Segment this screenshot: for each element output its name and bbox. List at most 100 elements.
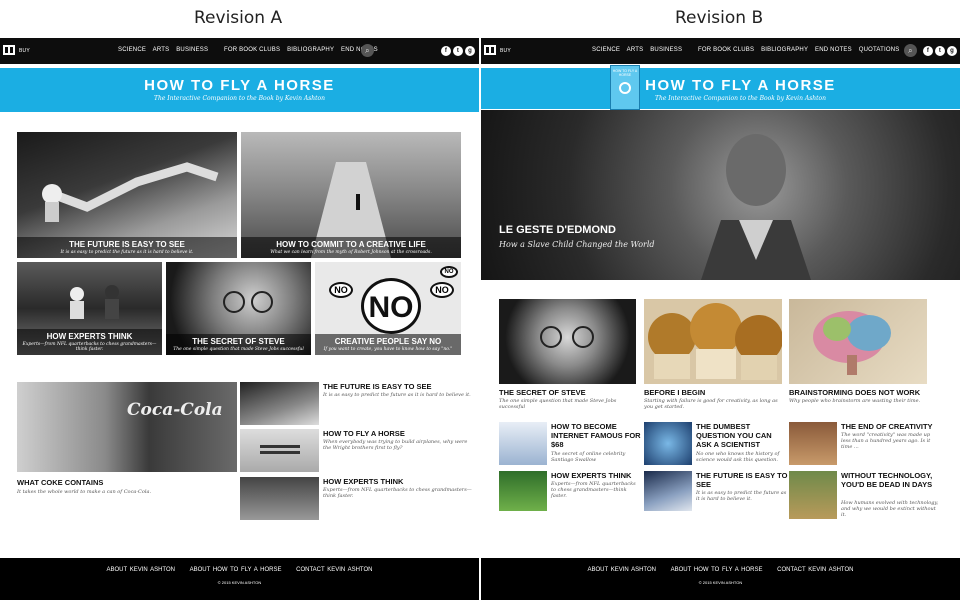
tile-title: HOW TO COMMIT TO A CREATIVE LIFE	[276, 240, 426, 249]
feature-tile[interactable]: THE SECRET OF STEVE The one simple questi…	[166, 262, 311, 355]
item-title[interactable]: THE FUTURE IS EASY TO SEE	[696, 471, 788, 489]
hero-desc: How a Slave Child Changed the World	[499, 240, 655, 249]
item-title[interactable]: THE DUMBEST QUESTION YOU CAN ASK A SCIEN…	[696, 422, 788, 449]
item-thumbnail[interactable]	[644, 422, 692, 465]
coca-cola-sign: Coca-Cola	[127, 400, 223, 420]
list-item-desc: It is as easy to predict the future as i…	[323, 392, 471, 398]
nav-bibliography[interactable]: BIBLIOGRAPHY	[761, 47, 808, 53]
site-title[interactable]: HOW TO FLY A HORSE	[521, 77, 960, 94]
revision-a-page: BUY SCIENCE ARTS BUSINESS FOR BOOK CLUBS…	[0, 38, 479, 600]
search-icon[interactable]: ⌕	[361, 44, 374, 57]
item-title[interactable]: HOW TO BECOME INTERNET FAMOUS FOR $68	[551, 422, 641, 449]
top-nav-bar: BUY SCIENCE ARTS BUSINESS FOR BOOK CLUBS…	[0, 38, 479, 64]
copyright: © 2015 KEVIN ASHTON	[217, 580, 262, 585]
search-icon[interactable]: ⌕	[904, 44, 917, 57]
top-nav-bar: BUY SCIENCE ARTS BUSINESS FOR BOOK CLUBS…	[481, 38, 960, 64]
feature-tile[interactable]: HOW TO COMMIT TO A CREATIVE LIFE What we …	[241, 132, 461, 258]
book-icon[interactable]	[484, 45, 496, 55]
list-item-title[interactable]: HOW TO FLY A HORSE	[323, 429, 473, 438]
twitter-icon[interactable]: t	[453, 46, 463, 56]
item-title[interactable]: THE END OF CREATIVITY	[841, 422, 941, 431]
footer-about-kevin[interactable]: ABOUT KEVIN ASHTON	[588, 567, 656, 573]
site-footer: ABOUT KEVIN ASHTON ABOUT HOW TO FLY A HO…	[0, 558, 479, 600]
item-thumbnail[interactable]	[789, 422, 837, 465]
coke-image[interactable]: Coca-Cola	[17, 382, 237, 472]
no-sign-text: NO	[440, 266, 458, 278]
item-title[interactable]: HOW EXPERTS THINK	[551, 471, 641, 480]
no-sign-text: NO	[329, 282, 353, 298]
coke-desc: It takes the whole world to make a can o…	[17, 489, 152, 495]
tile-desc: If you want to create, you have to know …	[323, 347, 453, 352]
nav-business[interactable]: BUSINESS	[176, 47, 208, 53]
tile-title: CREATIVE PEOPLE SAY NO	[334, 337, 442, 346]
facebook-icon[interactable]: f	[923, 46, 933, 56]
nav-links: SCIENCE ARTS BUSINESS FOR BOOK CLUBS BIB…	[592, 47, 905, 53]
card-title[interactable]: THE SECRET OF STEVE	[499, 388, 639, 397]
footer-about-kevin[interactable]: ABOUT KEVIN ASHTON	[107, 567, 175, 573]
nav-end-notes[interactable]: END NOTES	[815, 47, 852, 53]
book-cover-image[interactable]: HOW TO FLY A HORSE	[610, 65, 640, 110]
brain-illustration-image	[813, 311, 891, 375]
hero-title: LE GESTE D'EDMOND	[499, 224, 616, 236]
nav-for-book-clubs[interactable]: FOR BOOK CLUBS	[698, 47, 754, 53]
feature-tile[interactable]: THE FUTURE IS EASY TO SEE It is as easy t…	[17, 132, 237, 258]
site-title[interactable]: HOW TO FLY A HORSE	[0, 77, 479, 94]
item-desc: It is as easy to predict the future as i…	[696, 490, 787, 502]
twitter-icon[interactable]: t	[935, 46, 945, 56]
footer-contact[interactable]: CONTACT KEVIN ASHTON	[296, 567, 372, 573]
tile-title: THE SECRET OF STEVE	[192, 337, 285, 346]
site-footer: ABOUT KEVIN ASHTON ABOUT HOW TO FLY A HO…	[481, 558, 960, 600]
footer-about-book[interactable]: ABOUT HOW TO FLY A HORSE	[190, 567, 282, 573]
no-sign-text: NO	[361, 278, 421, 334]
list-item-title[interactable]: THE FUTURE IS EASY TO SEE	[323, 382, 473, 391]
nav-bibliography[interactable]: BIBLIOGRAPHY	[287, 47, 334, 53]
buy-link[interactable]: BUY	[500, 48, 511, 54]
list-thumbnail[interactable]	[240, 477, 319, 520]
tile-title: THE FUTURE IS EASY TO SEE	[69, 240, 185, 249]
item-title[interactable]: WITHOUT TECHNOLOGY, YOU'D BE DEAD IN DAY…	[841, 471, 941, 489]
item-thumbnail[interactable]	[644, 471, 692, 511]
feature-tile[interactable]: HOW EXPERTS THINK Experts—from NFL quarte…	[17, 262, 162, 355]
list-item-title[interactable]: HOW EXPERTS THINK	[323, 477, 473, 486]
goodreads-icon[interactable]: g	[947, 46, 957, 56]
muffins-image	[648, 303, 782, 380]
nav-links: SCIENCE ARTS BUSINESS FOR BOOK CLUBS BIB…	[118, 47, 383, 53]
revision-a-caption: Revision A	[194, 8, 283, 28]
facebook-icon[interactable]: f	[441, 46, 451, 56]
item-thumbnail[interactable]	[499, 471, 547, 511]
footer-contact[interactable]: CONTACT KEVIN ASHTON	[777, 567, 853, 573]
goodreads-icon[interactable]: g	[465, 46, 475, 56]
card-image[interactable]	[789, 299, 927, 384]
site-banner: HOW TO FLY A HORSE The Interactive Compa…	[481, 68, 960, 109]
item-desc: The word "creativity" was made up less t…	[841, 432, 931, 450]
nav-arts[interactable]: ARTS	[627, 47, 644, 53]
site-subtitle: The Interactive Companion to the Book by…	[654, 95, 827, 102]
book-icon[interactable]	[3, 45, 15, 55]
card-image[interactable]	[644, 299, 782, 384]
nav-science[interactable]: SCIENCE	[118, 47, 146, 53]
list-thumbnail[interactable]	[240, 429, 319, 472]
copyright: © 2015 KEVIN ASHTON	[698, 580, 743, 585]
item-thumbnail[interactable]	[789, 471, 837, 519]
edmond-portrait-image	[701, 134, 811, 280]
card-title[interactable]: BRAINSTORMING DOES NOT WORK	[789, 388, 939, 397]
site-subtitle: The Interactive Companion to the Book by…	[153, 95, 326, 102]
nav-quotations[interactable]: QUOTATIONS	[859, 47, 900, 53]
nav-science[interactable]: SCIENCE	[592, 47, 620, 53]
book-cover-title: HOW TO FLY A HORSE	[612, 69, 638, 77]
feature-tile[interactable]: NO NO NO NO CREATIVE PEOPLE SAY NO If you…	[315, 262, 461, 355]
list-thumbnail[interactable]	[240, 382, 319, 425]
card-title[interactable]: BEFORE I BEGIN	[644, 388, 784, 397]
nav-for-book-clubs[interactable]: FOR BOOK CLUBS	[224, 47, 280, 53]
nav-arts[interactable]: ARTS	[153, 47, 170, 53]
revision-b-caption: Revision B	[675, 8, 764, 28]
card-image[interactable]	[499, 299, 636, 384]
coke-title[interactable]: WHAT COKE CONTAINS	[17, 478, 237, 487]
buy-link[interactable]: BUY	[19, 48, 30, 54]
item-thumbnail[interactable]	[499, 422, 547, 465]
nav-business[interactable]: BUSINESS	[650, 47, 682, 53]
footer-about-book[interactable]: ABOUT HOW TO FLY A HORSE	[671, 567, 763, 573]
hero-image[interactable]: LE GESTE D'EDMOND How a Slave Child Chan…	[481, 110, 960, 280]
no-sign-text: NO	[430, 282, 454, 298]
tile-desc: What we can learn from the myth of Rober…	[270, 250, 432, 255]
